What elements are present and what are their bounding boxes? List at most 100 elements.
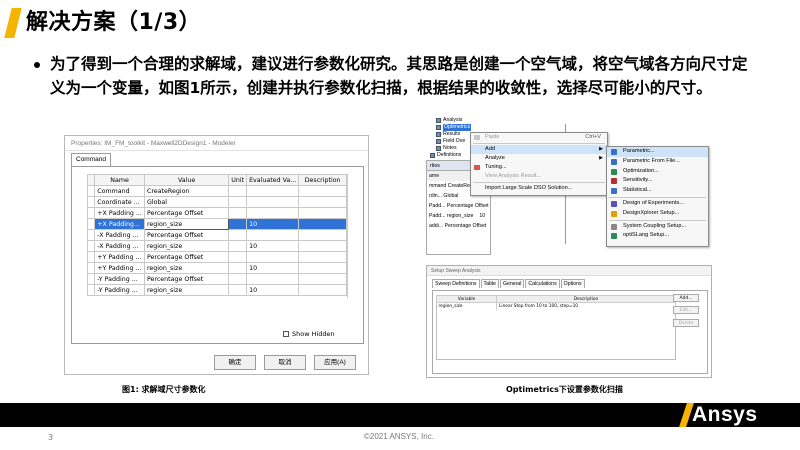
properties-row[interactable]: +X Padding ... Percentage Offset (86, 207, 347, 219)
property-evaluated[interactable] (246, 207, 300, 219)
property-name[interactable]: +Y Padding ... (94, 262, 145, 274)
submenu-item-optimization[interactable]: Optimization... (607, 167, 708, 177)
property-value[interactable]: Percentage Offset (143, 229, 230, 241)
properties-row[interactable]: +Y Padding ... region_size 10 (86, 262, 347, 274)
property-evaluated[interactable] (246, 273, 300, 285)
show-hidden-option[interactable]: Show Hidden (283, 330, 335, 338)
property-unit[interactable] (228, 273, 248, 285)
properties-row[interactable]: +X Padding... region_size 10 (86, 218, 347, 230)
property-description[interactable] (298, 273, 347, 285)
sweep-edit-button[interactable]: Edit... (673, 306, 699, 314)
tab-table[interactable]: Table (480, 279, 499, 288)
column-header-name[interactable]: Name (94, 174, 145, 186)
submenu-item-design-of-experiments[interactable]: Design of Experiments... (607, 199, 708, 209)
property-description[interactable] (298, 284, 347, 296)
properties-row[interactable]: -Y Padding ... Percentage Offset (86, 273, 347, 285)
apply-button[interactable]: 应用(A) (314, 355, 356, 370)
property-unit[interactable] (228, 240, 248, 252)
property-unit[interactable] (228, 229, 248, 241)
properties-grid-scrollbar[interactable] (347, 174, 352, 298)
property-evaluated[interactable] (246, 229, 300, 241)
sweep-column-variable[interactable]: Variable (436, 295, 497, 303)
property-description[interactable] (298, 185, 347, 197)
property-evaluated[interactable]: 10 (246, 262, 300, 274)
property-value[interactable]: region_size (143, 284, 230, 296)
menu-item-analyze[interactable]: Analyze ▶ (471, 154, 607, 163)
property-description[interactable] (298, 196, 347, 208)
property-value[interactable]: region_size (143, 240, 230, 252)
properties-row[interactable]: -Y Padding ... region_size 10 (86, 284, 347, 296)
property-unit[interactable] (228, 251, 248, 263)
property-description[interactable] (298, 218, 347, 230)
property-value[interactable]: CreateRegion (143, 185, 230, 197)
property-unit[interactable] (228, 218, 248, 230)
property-name[interactable]: +X Padding ... (94, 207, 145, 219)
submenu-item-parametric[interactable]: Parametric... (607, 147, 708, 157)
property-evaluated[interactable]: 10 (246, 284, 300, 296)
submenu-item-designxplorer-setup[interactable]: DesignXplorer Setup... (607, 209, 708, 219)
column-header-value[interactable]: Value (143, 174, 230, 186)
tab-calculations[interactable]: Calculations (525, 279, 560, 288)
property-description[interactable] (298, 207, 347, 219)
properties-row[interactable]: Coordinate ... Global (86, 196, 347, 208)
property-value[interactable]: Global (143, 196, 230, 208)
property-name[interactable]: Command (94, 185, 145, 197)
tree-item-analysis[interactable]: Analysis (430, 117, 500, 124)
property-value[interactable]: Percentage Offset (143, 273, 230, 285)
column-header-unit[interactable]: Unit (228, 174, 248, 186)
tab-command[interactable]: Command (71, 153, 111, 166)
ok-button[interactable]: 确定 (214, 355, 256, 370)
tree-item-optimetrics[interactable]: Optimetrics (430, 124, 500, 131)
submenu-item-sensitivity[interactable]: Sensitivity... (607, 176, 708, 186)
property-unit[interactable] (228, 284, 248, 296)
property-value[interactable]: Percentage Offset (143, 207, 230, 219)
property-name[interactable]: +X Padding... (94, 218, 145, 230)
properties-row[interactable]: -X Padding ... region_size 10 (86, 240, 347, 252)
submenu-item-parametric-from-file[interactable]: Parametric From File... (607, 157, 708, 167)
property-value[interactable]: Percentage Offset (143, 251, 230, 263)
column-header-evaluated[interactable]: Evaluated Va... (246, 174, 300, 186)
property-unit[interactable] (228, 185, 248, 197)
property-evaluated[interactable] (246, 196, 300, 208)
property-name[interactable]: Coordinate ... (94, 196, 145, 208)
menu-item-view-analysis-result[interactable]: View Analysis Result... (471, 172, 607, 181)
property-name[interactable]: -X Padding ... (94, 229, 145, 241)
property-evaluated[interactable] (246, 251, 300, 263)
property-description[interactable] (298, 229, 347, 241)
cancel-button[interactable]: 取消 (264, 355, 306, 370)
sweep-column-description[interactable]: Description (496, 295, 676, 303)
property-unit[interactable] (228, 196, 248, 208)
property-name[interactable]: -Y Padding ... (94, 284, 145, 296)
submenu-item-statistical[interactable]: Statistical... (607, 186, 708, 196)
tab-general[interactable]: General (499, 279, 525, 288)
tab-options[interactable]: Options (560, 279, 585, 288)
submenu-item-system-coupling-setup[interactable]: System Coupling Setup... (607, 222, 708, 232)
property-description[interactable] (298, 240, 347, 252)
properties-row[interactable]: Command CreateRegion (86, 185, 347, 197)
menu-item-import-large-scale-dso[interactable]: Import Large Scale DSO Solution... (471, 184, 607, 193)
property-evaluated[interactable]: 10 (246, 240, 300, 252)
property-name[interactable]: +Y Padding ... (94, 251, 145, 263)
properties-row[interactable]: -X Padding ... Percentage Offset (86, 229, 347, 241)
property-description[interactable] (298, 262, 347, 274)
menu-item-paste[interactable]: Paste Ctrl+V (471, 133, 607, 142)
column-header-description[interactable]: Description (298, 174, 347, 186)
property-name[interactable]: -Y Padding ... (94, 273, 145, 285)
property-description[interactable] (298, 251, 347, 263)
properties-row[interactable]: +Y Padding ... Percentage Offset (86, 251, 347, 263)
property-value[interactable]: region_size (143, 262, 230, 274)
tab-sweep-definitions[interactable]: Sweep Definitions (432, 279, 480, 288)
menu-item-tuning[interactable]: Tuning... (471, 163, 607, 172)
property-unit[interactable] (228, 262, 248, 274)
property-evaluated[interactable]: 10 (246, 218, 300, 230)
menu-item-add[interactable]: Add ▶ (471, 145, 607, 154)
show-hidden-checkbox[interactable] (283, 331, 289, 337)
sweep-add-button[interactable]: Add... (673, 294, 699, 302)
sweep-row[interactable]: region_size Linear Step from 10 to 100, … (436, 302, 676, 310)
submenu-item-optislang-setup[interactable]: optiSLang Setup... (607, 231, 708, 241)
property-name[interactable]: -X Padding ... (94, 240, 145, 252)
property-value[interactable]: region_size (143, 218, 230, 230)
property-evaluated[interactable] (246, 185, 300, 197)
property-unit[interactable] (228, 207, 248, 219)
sweep-delete-button[interactable]: Delete (673, 319, 699, 327)
